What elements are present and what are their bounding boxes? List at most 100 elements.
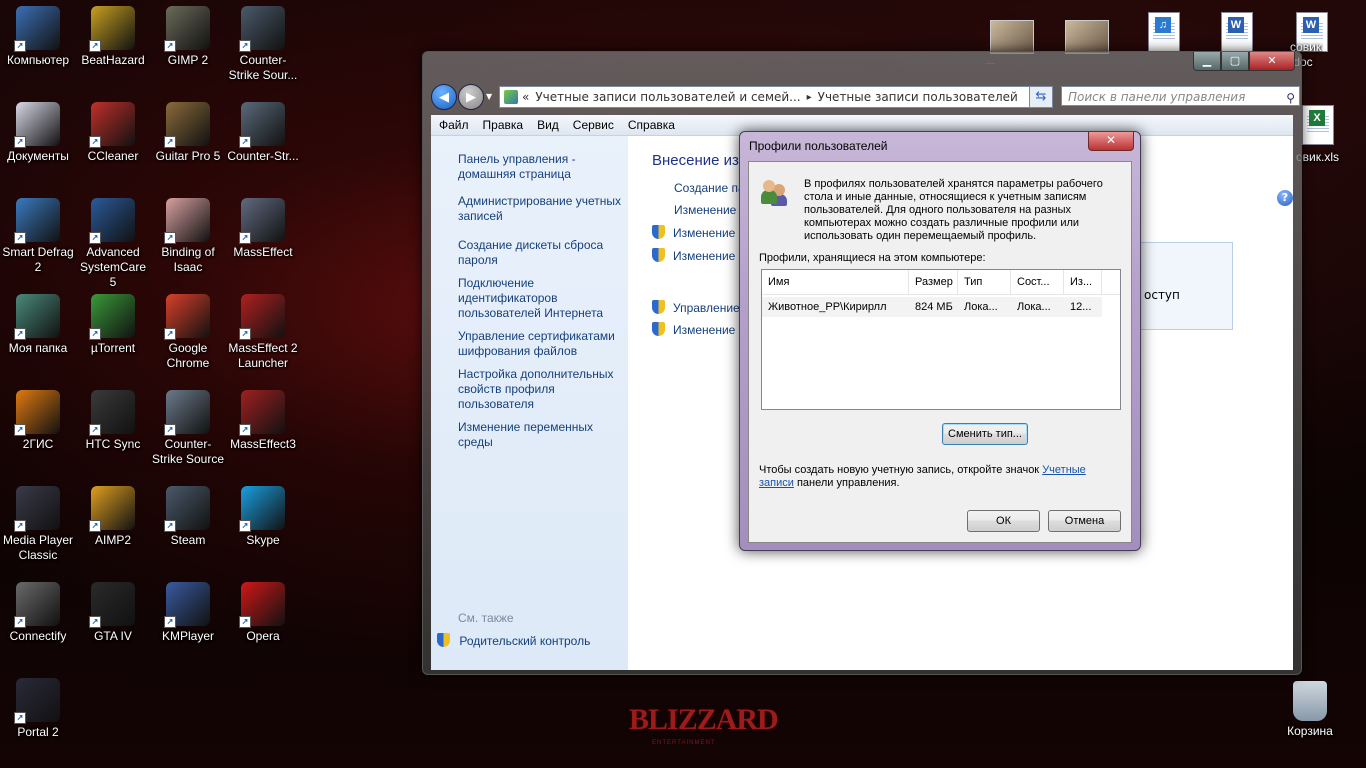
user-profiles-dialog: Профили пользователей ✕ В профилях польз… <box>739 131 1141 551</box>
address-overflow[interactable]: « <box>522 90 529 104</box>
desktop-icon[interactable]: ↗ Counter- Strike Sour... <box>225 0 301 83</box>
desktop-icon-label: Моя папка <box>8 341 68 355</box>
menu-view[interactable]: Вид <box>537 118 559 132</box>
desktop-icon-label: GIMP 2 <box>167 53 209 67</box>
desktop-icon[interactable]: ↗ µTorrent <box>75 288 151 356</box>
breadcrumb-user-accounts-family[interactable]: Учетные записи пользователей и семей... <box>529 90 806 104</box>
navigation-bar: ◀ ▶ ▼ « Учетные записи пользователей и с… <box>431 82 1300 110</box>
desktop-icon[interactable]: ↗ MassEffect 2 Launcher <box>225 288 301 371</box>
link-change-password[interactable]: Изменение <box>674 203 736 217</box>
link-online-ids[interactable]: Подключение идентификаторов пользователе… <box>458 276 628 321</box>
desktop-icon[interactable]: ↗ AIMP2 <box>75 480 151 548</box>
link-environment-variables[interactable]: Изменение переменных среды <box>458 420 628 450</box>
desktop-icon[interactable]: ↗ Документы <box>0 96 76 164</box>
desktop-icon[interactable]: ↗ Skype <box>225 480 301 548</box>
desktop-icon-label: Media Player Classic <box>2 533 74 562</box>
link-parental-controls[interactable]: Родительский контроль <box>437 633 607 649</box>
column-header-type[interactable]: Тип <box>958 270 1011 294</box>
link-change-account-name[interactable]: Изменение <box>652 248 735 263</box>
refresh-button[interactable]: ⇆ <box>1029 86 1053 108</box>
desktop-icon[interactable]: ↗ Connectify <box>0 576 76 644</box>
desktop-icon[interactable]: ↗ Counter- Strike Source <box>150 384 226 467</box>
cancel-button[interactable]: Отмена <box>1048 510 1121 532</box>
desktop-icon-xls[interactable]: овик.xls <box>1296 150 1356 165</box>
close-button[interactable]: ✕ <box>1249 52 1295 71</box>
desktop-icon[interactable]: ↗ Portal 2 <box>0 672 76 740</box>
change-type-button[interactable]: Сменить тип... <box>942 423 1028 445</box>
shortcut-arrow-icon: ↗ <box>164 616 176 628</box>
desktop-icon[interactable]: ↗ CCleaner <box>75 96 151 164</box>
page-title: Внесение из <box>652 152 739 169</box>
profile-row[interactable]: Животное_PP\Кирирлл 824 МБ Лока... Лока.… <box>762 297 1102 317</box>
breadcrumb-user-accounts[interactable]: Учетные записи пользователей <box>812 90 1024 104</box>
menu-tools[interactable]: Сервис <box>573 118 614 132</box>
minimize-button[interactable]: ▁ <box>1193 52 1221 71</box>
link-change-uac[interactable]: Изменение <box>652 322 735 337</box>
app-icon: ↗ <box>164 102 210 148</box>
desktop-icon[interactable]: ↗ Smart Defrag 2 <box>0 192 76 275</box>
desktop-icon[interactable]: ↗ KMPlayer <box>150 576 226 644</box>
search-input[interactable]: Поиск в панели управления ⚲ <box>1061 86 1300 106</box>
app-icon: ↗ <box>89 294 135 340</box>
shortcut-arrow-icon: ↗ <box>89 424 101 436</box>
link-create-password[interactable]: Создание па <box>674 181 745 195</box>
image-thumbnail[interactable] <box>1065 20 1109 54</box>
app-icon: ↗ <box>164 390 210 436</box>
desktop-icon[interactable]: ↗ Advanced SystemCare 5 <box>75 192 151 290</box>
shortcut-arrow-icon: ↗ <box>89 616 101 628</box>
menu-help[interactable]: Справка <box>628 118 675 132</box>
desktop-icon[interactable]: ↗ GTA IV <box>75 576 151 644</box>
search-icon[interactable]: ⚲ <box>1286 88 1295 108</box>
desktop-icon[interactable]: ↗ Opera <box>225 576 301 644</box>
desktop-icon[interactable]: ↗ MassEffect3 <box>225 384 301 452</box>
column-header-name[interactable]: Имя <box>762 270 909 294</box>
audio-file-icon[interactable]: ♫ <box>1148 12 1180 52</box>
desktop-icon[interactable]: ↗ Media Player Classic <box>0 480 76 563</box>
parental-controls-label: Родительский контроль <box>459 634 591 648</box>
desktop-icon-recycle-bin[interactable]: Корзина <box>1272 675 1348 739</box>
maximize-button[interactable]: ▢ <box>1221 52 1249 71</box>
menu-file[interactable]: Файл <box>439 118 469 132</box>
desktop-icon[interactable]: ↗ HTC Sync <box>75 384 151 452</box>
desktop-icon[interactable]: ↗ Моя папка <box>0 288 76 356</box>
see-also-heading: См. также <box>458 611 514 625</box>
link-manage-accounts[interactable]: Администрирование учетных записей <box>458 194 628 224</box>
link-password-reset-disk[interactable]: Создание дискеты сброса пароля <box>458 238 628 268</box>
desktop-icon[interactable]: ↗ GIMP 2 <box>150 0 226 68</box>
back-button[interactable]: ◀ <box>431 84 457 110</box>
link-change-picture[interactable]: Изменение <box>652 225 735 240</box>
address-bar[interactable]: « Учетные записи пользователей и семей..… <box>499 86 1051 108</box>
desktop-icon-label: овик.xls <box>1296 150 1340 164</box>
desktop-icon[interactable]: ↗ Counter-Str... <box>225 96 301 164</box>
desktop-icon[interactable]: ↗ 2ГИС <box>0 384 76 452</box>
column-header-modified[interactable]: Из... <box>1064 270 1102 294</box>
menu-edit[interactable]: Правка <box>483 118 524 132</box>
shortcut-arrow-icon: ↗ <box>14 424 26 436</box>
desktop-icon[interactable]: ↗ BeatHazard <box>75 0 151 68</box>
link-file-encryption-certificates[interactable]: Управление сертификатами шифрования файл… <box>458 329 628 359</box>
link-manage-other-account[interactable]: Управление <box>652 300 740 315</box>
shortcut-arrow-icon: ↗ <box>164 328 176 340</box>
desktop-icon[interactable]: ↗ MassEffect <box>225 192 301 260</box>
column-header-size[interactable]: Размер <box>909 270 958 294</box>
profiles-list[interactable]: Имя Размер Тип Сост... Из... Животное_PP… <box>761 269 1121 410</box>
forward-button[interactable]: ▶ <box>458 84 484 110</box>
column-header-status[interactable]: Сост... <box>1011 270 1064 294</box>
app-icon: ↗ <box>14 6 60 52</box>
shortcut-arrow-icon: ↗ <box>14 40 26 52</box>
app-icon: ↗ <box>89 486 135 532</box>
desktop-icon[interactable]: ↗ Компьютер <box>0 0 76 68</box>
desktop-icon[interactable]: ↗ Steam <box>150 480 226 548</box>
dialog-close-button[interactable]: ✕ <box>1088 132 1134 151</box>
desktop-icon[interactable]: ↗ Guitar Pro 5 <box>150 96 226 164</box>
recent-pages-dropdown[interactable]: ▼ <box>486 92 492 101</box>
desktop-icon[interactable]: ↗ Binding of Isaac <box>150 192 226 275</box>
image-thumbnail[interactable] <box>990 20 1034 54</box>
link-advanced-profile-properties[interactable]: Настройка дополнительных свойств профиля… <box>458 367 628 412</box>
desktop-icon[interactable]: ↗ Google Chrome <box>150 288 226 371</box>
link-control-panel-home[interactable]: Панель управления - домашняя страница <box>458 152 628 182</box>
word-document-icon[interactable]: W <box>1221 12 1253 52</box>
ok-button[interactable]: ОК <box>967 510 1040 532</box>
help-icon[interactable]: ? <box>1277 190 1293 206</box>
excel-file-icon[interactable]: X <box>1302 105 1334 145</box>
